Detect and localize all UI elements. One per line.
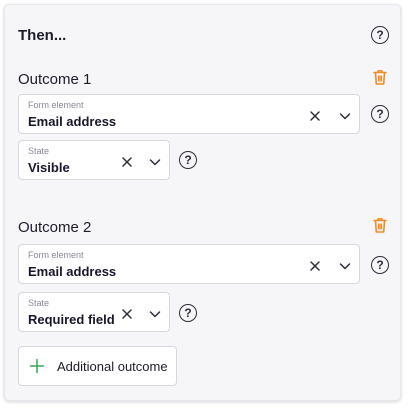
add-outcome-label: Additional outcome (57, 358, 168, 374)
form-element-select-1[interactable]: Form element Email address (18, 94, 360, 134)
chevron-down-icon[interactable] (148, 307, 162, 321)
then-panel: Then... ? Outcome 1 Form element Email a… (4, 4, 401, 401)
state-value: Required field (28, 312, 115, 327)
state-select-1[interactable]: State Visible (18, 140, 170, 180)
state-select-2[interactable]: State Required field (18, 292, 170, 332)
trash-icon[interactable] (371, 216, 389, 234)
outcome-2-title: Outcome 2 (18, 219, 92, 236)
close-icon[interactable] (308, 109, 322, 123)
form-element-value: Email address (28, 114, 117, 129)
help-icon[interactable]: ? (179, 304, 197, 322)
help-icon[interactable]: ? (179, 151, 197, 169)
close-icon[interactable] (308, 259, 322, 273)
add-outcome-button[interactable]: Additional outcome (18, 346, 177, 386)
chevron-down-icon[interactable] (338, 109, 352, 123)
state-label: State (28, 146, 50, 156)
help-icon[interactable]: ? (371, 256, 389, 274)
state-value: Visible (28, 160, 70, 175)
form-element-select-2[interactable]: Form element Email address (18, 244, 360, 284)
chevron-down-icon[interactable] (338, 259, 352, 273)
help-icon[interactable]: ? (371, 105, 389, 123)
chevron-down-icon[interactable] (148, 155, 162, 169)
trash-icon[interactable] (371, 68, 389, 86)
outcome-1-title: Outcome 1 (18, 71, 92, 88)
form-element-label: Form element (28, 250, 84, 260)
form-element-value: Email address (28, 264, 117, 279)
form-element-label: Form element (28, 100, 84, 110)
plus-icon (29, 358, 45, 374)
close-icon[interactable] (120, 155, 134, 169)
panel-title: Then... (18, 27, 67, 44)
help-icon[interactable]: ? (371, 26, 389, 44)
close-icon[interactable] (120, 307, 134, 321)
state-label: State (28, 298, 50, 308)
